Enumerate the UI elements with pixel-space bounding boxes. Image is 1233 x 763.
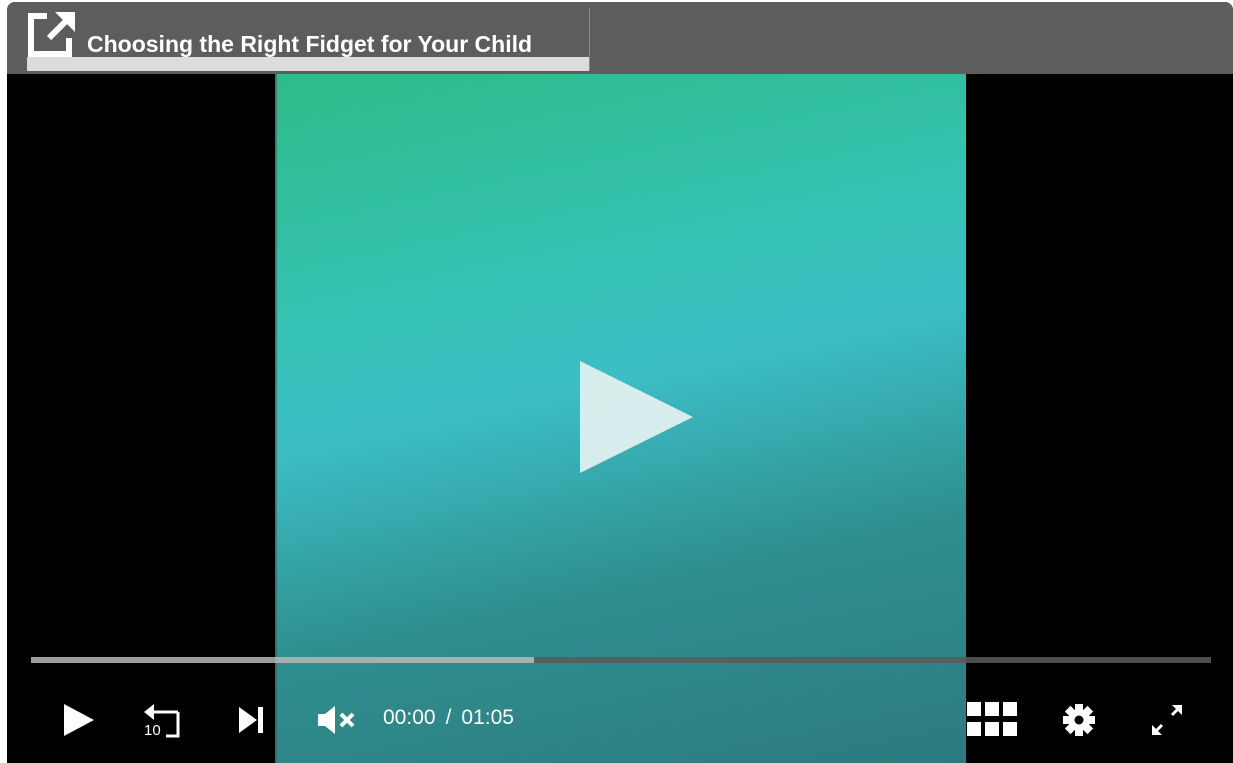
current-time: 00:00 (383, 706, 436, 729)
video-title[interactable]: Choosing the Right Fidget for Your Child (87, 31, 532, 58)
title-bar: Choosing the Right Fidget for Your Child (7, 2, 1233, 74)
volume-muted-icon (318, 706, 355, 734)
fullscreen-button[interactable] (1147, 700, 1187, 740)
rewind-10-label: 10 (144, 722, 161, 739)
gear-icon (1063, 704, 1095, 736)
grid-button[interactable] (962, 700, 1020, 740)
next-button[interactable] (231, 700, 271, 740)
title-link[interactable]: Choosing the Right Fidget for Your Child (27, 8, 590, 71)
time-separator: / (445, 706, 452, 729)
progress-bar[interactable] (31, 657, 1211, 663)
grid-icon (967, 702, 1017, 736)
fullscreen-icon (1152, 705, 1182, 735)
settings-button[interactable] (1059, 700, 1099, 740)
progress-buffer (31, 657, 534, 663)
play-button[interactable] (57, 700, 101, 740)
share-external-icon[interactable] (27, 8, 77, 60)
video-player: Choosing the Right Fidget for Your Child… (7, 2, 1233, 763)
mute-button[interactable] (315, 700, 359, 740)
title-underline (27, 57, 589, 71)
rewind-10-icon: 10 (144, 704, 180, 739)
skip-next-icon (239, 707, 263, 733)
duration: 01:05 (461, 706, 514, 729)
play-icon[interactable] (577, 357, 697, 477)
time-display: 00:00 / 01:05 (383, 706, 514, 730)
rewind-10-button[interactable]: 10 (141, 700, 185, 740)
play-icon (64, 704, 94, 736)
